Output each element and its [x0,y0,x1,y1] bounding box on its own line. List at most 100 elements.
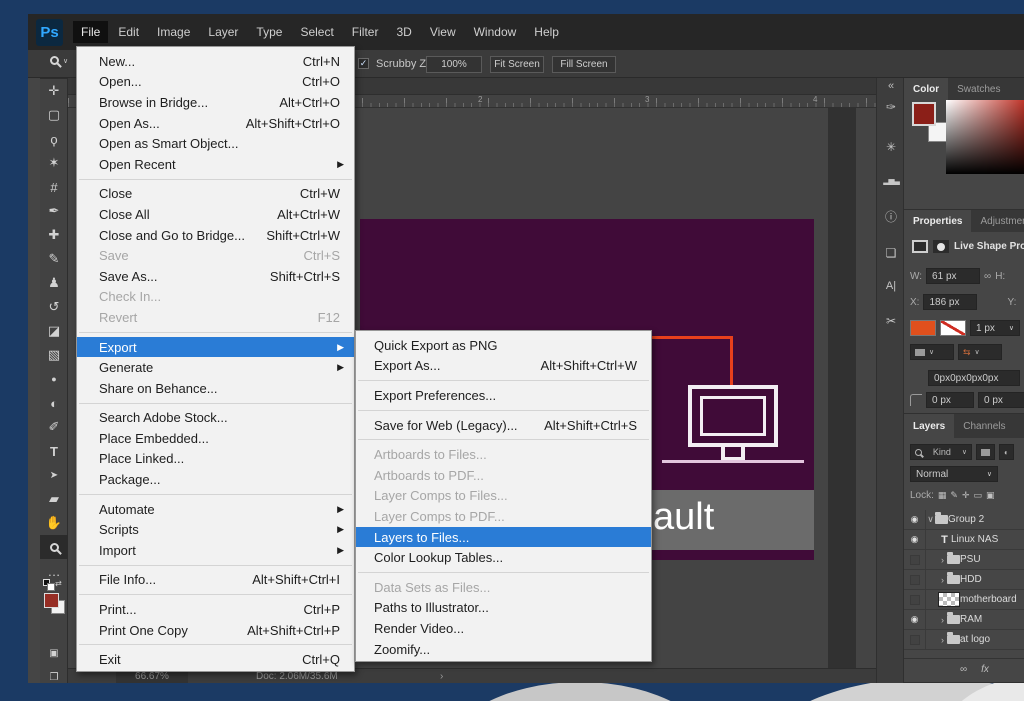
brush-settings-panel-icon[interactable]: ✳ [877,140,905,154]
stroke-width-field[interactable]: 1 px∨ [970,320,1020,336]
filter-image-button[interactable] [976,444,995,460]
menu-item-open-recent[interactable]: Open Recent▶ [77,154,354,175]
zoom-tool[interactable] [40,535,68,559]
visibility-toggle-empty[interactable] [904,570,926,589]
clone-stamp-tool[interactable]: ♟ [40,271,68,295]
menu-item-file-info[interactable]: File Info...Alt+Shift+Ctrl+I [77,570,354,591]
hand-tool[interactable]: ✋ [40,511,68,535]
fill-color-swatch[interactable] [910,320,936,336]
tab-swatches[interactable]: Swatches [948,78,1009,100]
gradient-tool[interactable]: ▧ [40,343,68,367]
menu-window[interactable]: Window [466,21,525,43]
foreground-color-swatch[interactable] [912,102,936,126]
brushes-panel-icon[interactable]: ✑ [877,100,905,114]
visibility-eye-icon[interactable]: ◉ [904,610,926,629]
pen-tool[interactable]: ✐ [40,415,68,439]
layer-row-group2[interactable]: ◉ ∨ Group 2 [904,510,1024,530]
scrubby-zoom-checkbox[interactable]: ✓ [358,58,369,69]
status-flyout-arrow[interactable]: › [440,670,443,683]
fit-screen-button[interactable]: Fit Screen [490,56,544,73]
eraser-tool[interactable]: ◪ [40,319,68,343]
stroke-type-dropdown[interactable]: ∨ [910,344,954,360]
menu-item-save-as[interactable]: Save As...Shift+Ctrl+S [77,266,354,287]
path-selection-tool[interactable]: ➤ [40,463,68,487]
menu-item-print-one-copy[interactable]: Print One CopyAlt+Shift+Ctrl+P [77,620,354,641]
color-swatches-control[interactable] [44,593,66,615]
chevron-down-icon[interactable]: ∨ [926,514,935,525]
menu-item-close-and-go-to-bridge[interactable]: Close and Go to Bridge...Shift+Ctrl+W [77,225,354,246]
menu-item-export-preferences[interactable]: Export Preferences... [356,385,651,406]
menu-item-export[interactable]: Export▶ [77,337,354,358]
tab-color[interactable]: Color [904,78,948,100]
menu-image[interactable]: Image [149,21,198,43]
visibility-eye-icon[interactable]: ◉ [904,510,926,529]
link-layers-icon[interactable]: ∞ [960,664,967,675]
lasso-tool[interactable]: ϙ [40,127,68,151]
menu-item-color-lookup-tables[interactable]: Color Lookup Tables... [356,547,651,568]
blend-mode-dropdown[interactable]: Normal∨ [910,466,998,482]
shape-tool[interactable]: ▰ [40,487,68,511]
layer-row-hdd[interactable]: › HDD [904,570,1024,590]
menu-item-paths-to-illustrator[interactable]: Paths to Illustrator... [356,598,651,619]
menu-type[interactable]: Type [248,21,290,43]
layer-row-linux-nas[interactable]: ◉ T Linux NAS [904,530,1024,550]
width-field[interactable]: 61 px [926,268,980,284]
foreground-color-swatch[interactable] [44,593,59,608]
collapse-panels-icon[interactable]: « [877,80,905,92]
menu-item-print[interactable]: Print...Ctrl+P [77,599,354,620]
layer-row-at-logo[interactable]: › at logo [904,630,1024,650]
lock-all-icon[interactable]: ▣ [986,490,995,501]
visibility-eye-icon[interactable]: ◉ [904,530,926,549]
stroke-color-swatch[interactable] [940,320,966,336]
character-panel-icon[interactable]: A| [877,280,905,292]
chevron-right-icon[interactable]: › [938,555,947,565]
blur-tool[interactable]: ● [40,367,68,391]
lock-position-icon[interactable]: ✛ [962,490,970,501]
x-field[interactable]: 186 px [923,294,977,310]
tab-paths[interactable]: Paths [1015,414,1024,438]
move-tool[interactable]: ✛ [40,79,68,103]
chevron-right-icon[interactable]: › [938,575,947,585]
menu-item-open[interactable]: Open...Ctrl+O [77,72,354,93]
healing-brush-tool[interactable]: ✚ [40,223,68,247]
menu-item-place-embedded[interactable]: Place Embedded... [77,428,354,449]
type-tool[interactable]: T [40,439,68,463]
menu-item-generate[interactable]: Generate▶ [77,357,354,378]
menu-item-save-for-web-legacy[interactable]: Save for Web (Legacy)...Alt+Shift+Ctrl+S [356,415,651,436]
menu-item-search-adobe-stock[interactable]: Search Adobe Stock... [77,408,354,429]
layer-filter-dropdown[interactable]: Kind∨ [910,444,972,460]
zoom-percent-button[interactable]: 100% [426,56,482,73]
chevron-right-icon[interactable]: › [938,635,947,645]
history-brush-tool[interactable]: ↺ [40,295,68,319]
menu-file[interactable]: File [73,21,108,43]
quick-selection-tool[interactable]: ✶ [40,151,68,175]
menu-layer[interactable]: Layer [200,21,246,43]
default-colors-control[interactable]: ⇄ [43,579,62,588]
filter-adjustment-button[interactable]: ◐ [999,444,1014,460]
visibility-toggle-empty[interactable] [904,630,926,649]
tool-presets-panel-icon[interactable]: ✂ [877,314,905,328]
menu-item-close[interactable]: CloseCtrl+W [77,184,354,205]
clone-source-panel-icon[interactable]: ❏ [877,246,905,260]
eyedropper-tool[interactable]: ✒ [40,199,68,223]
menu-item-import[interactable]: Import▶ [77,540,354,561]
menu-item-open-as[interactable]: Open As...Alt+Shift+Ctrl+O [77,113,354,134]
menu-item-zoomify[interactable]: Zoomify... [356,639,651,660]
menu-item-exit[interactable]: ExitCtrl+Q [77,649,354,670]
menu-item-browse-in-bridge[interactable]: Browse in Bridge...Alt+Ctrl+O [77,92,354,113]
quick-mask-button[interactable]: ▣ [40,641,68,665]
tab-adjustments[interactable]: Adjustments [971,210,1024,232]
crop-tool[interactable]: # [40,175,68,199]
dodge-tool[interactable]: ◐ [40,391,68,415]
menu-item-open-as-smart-object[interactable]: Open as Smart Object... [77,133,354,154]
layer-fx-icon[interactable]: fx [981,664,989,675]
radius-field-b[interactable]: 0 px [978,392,1024,408]
color-picker-gradient[interactable] [946,100,1024,174]
menu-view[interactable]: View [422,21,464,43]
layer-row-motherboard[interactable]: motherboard [904,590,1024,610]
menu-3d[interactable]: 3D [388,21,419,43]
layer-row-psu[interactable]: › PSU [904,550,1024,570]
visibility-toggle-empty[interactable] [904,590,926,609]
info-panel-icon[interactable]: ⓘ [877,208,905,225]
layer-row-ram[interactable]: ◉ › RAM [904,610,1024,630]
